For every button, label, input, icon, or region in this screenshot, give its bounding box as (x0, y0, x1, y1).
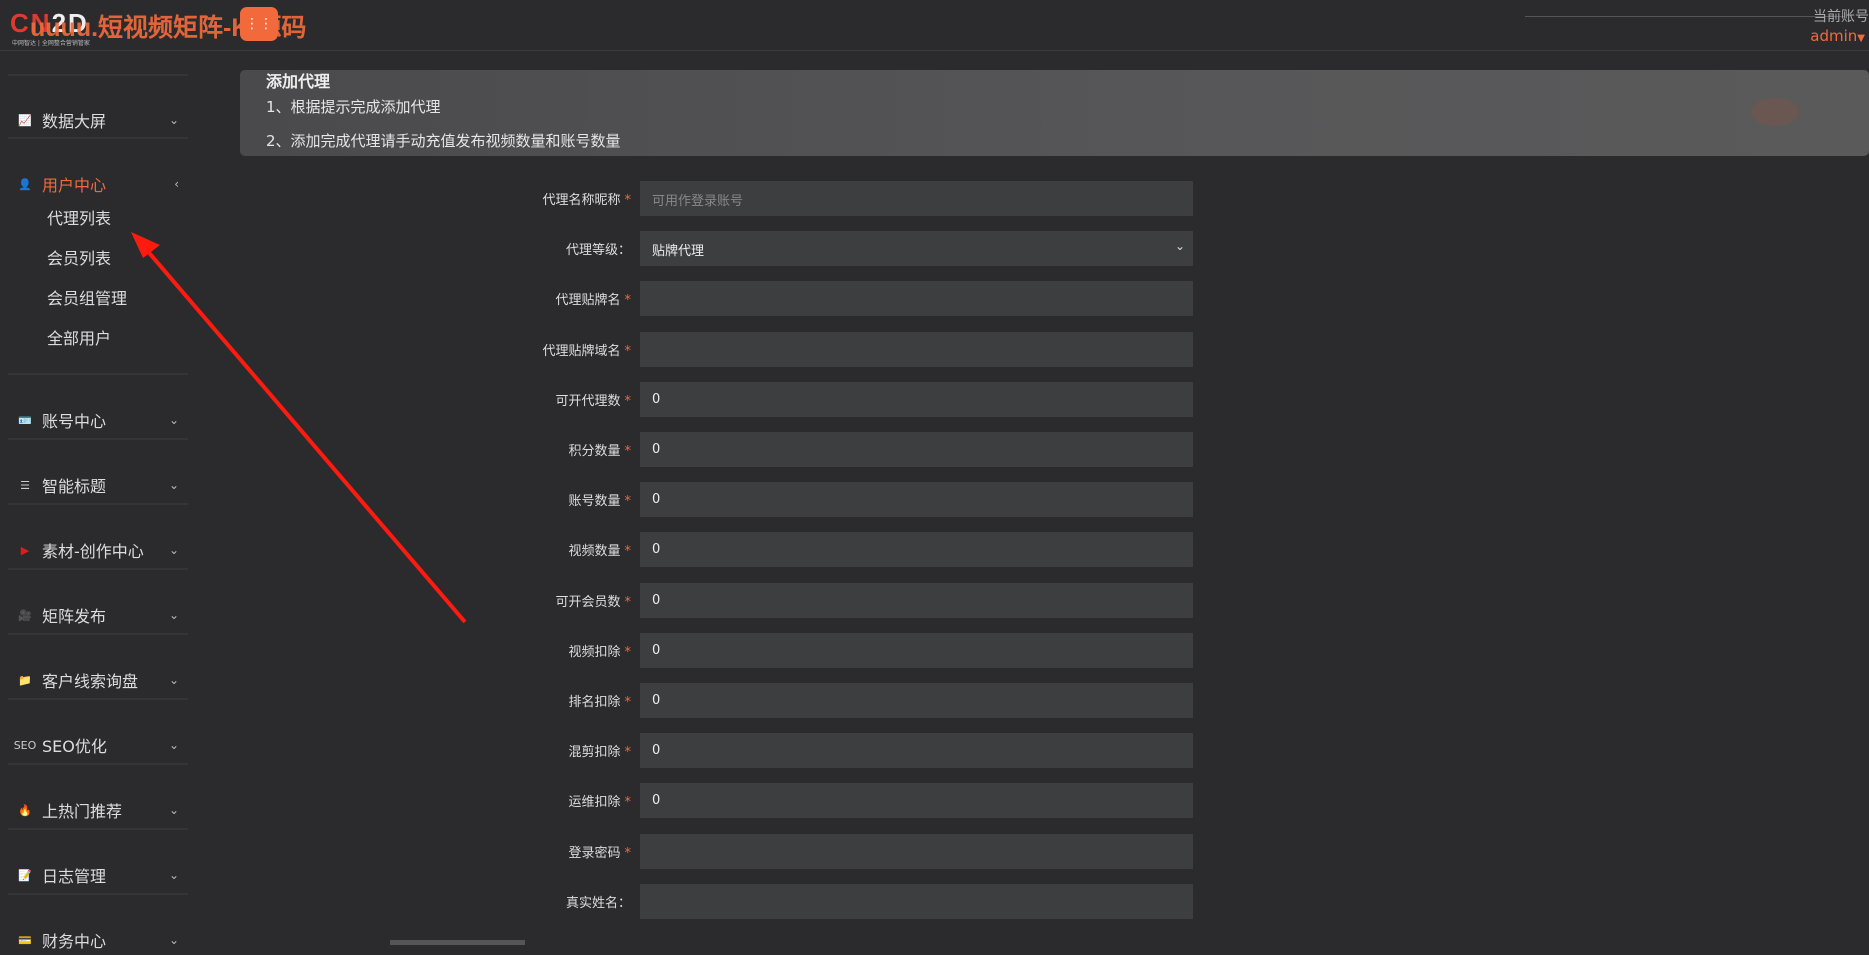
horizontal-scrollbar[interactable] (390, 940, 525, 945)
red-arrow-annotation (131, 232, 467, 624)
